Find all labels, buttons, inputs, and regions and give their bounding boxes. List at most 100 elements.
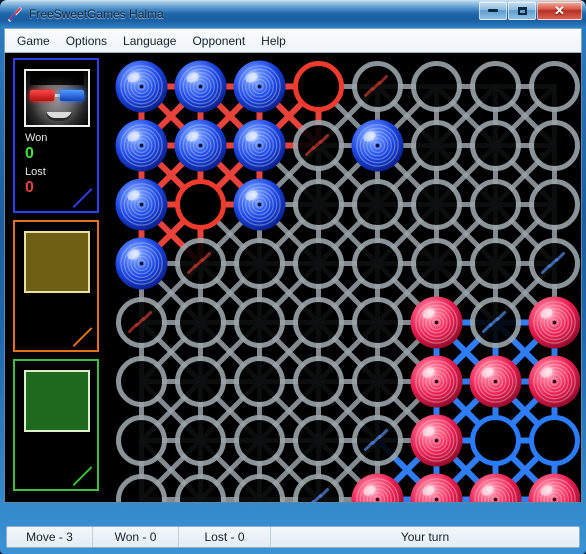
board-cell-empty[interactable] [411,179,462,230]
board-cell-empty[interactable] [234,415,285,466]
maximize-button[interactable] [508,1,536,20]
board-cell-empty[interactable] [352,179,403,230]
menu-item-options[interactable]: Options [58,31,115,51]
menu-item-language[interactable]: Language [115,31,184,51]
panel-corner-marker [74,188,94,208]
board-cell-empty[interactable] [234,356,285,407]
board-cell-empty[interactable] [470,238,521,289]
board-cell-empty[interactable] [293,179,344,230]
board-cell-highlight-blue[interactable] [470,415,521,466]
board-cell-empty[interactable] [470,61,521,112]
lost-value: 0 [25,179,34,196]
board-cell-empty[interactable] [352,238,403,289]
won-value: 0 [25,145,34,162]
title-bar[interactable]: FreeSweetGames Halma ✕ [0,0,586,28]
board-piece-blue[interactable] [233,60,286,113]
board-piece-red[interactable] [528,296,581,349]
status-won: Won - 0 [93,527,179,547]
board-cell-empty[interactable] [293,415,344,466]
halma-board[interactable] [106,53,580,502]
game-board-container[interactable] [106,53,581,502]
board-cell-empty[interactable] [411,238,462,289]
halma-flag-icon [7,6,23,22]
face-3d-glasses-avatar [26,71,88,125]
board-cell-marker-red[interactable] [116,297,167,348]
menu-item-opponent[interactable]: Opponent [184,31,253,51]
board-piece-red[interactable] [410,296,463,349]
board-piece-blue[interactable] [351,119,404,172]
status-lost: Lost - 0 [179,527,271,547]
menu-item-game[interactable]: Game [9,31,58,51]
panel-corner-marker [74,466,94,486]
board-cell-empty[interactable] [175,356,226,407]
status-move: Move - 3 [7,527,93,547]
board-cell-empty[interactable] [116,474,167,503]
board-cell-highlight-red[interactable] [293,61,344,112]
close-button[interactable]: ✕ [537,1,582,20]
board-cell-marker-blue[interactable] [352,415,403,466]
board-cell-empty[interactable] [116,356,167,407]
board-cell-empty[interactable] [293,238,344,289]
board-cell-empty[interactable] [411,120,462,171]
board-piece-blue[interactable] [115,178,168,231]
player-panel-human[interactable]: Won 0 Lost 0 [13,58,99,213]
board-cell-marker-blue[interactable] [470,297,521,348]
minimize-icon [488,9,498,12]
board-piece-red[interactable] [469,355,522,408]
board-piece-red[interactable] [410,414,463,467]
board-cell-empty[interactable] [470,179,521,230]
board-cell-empty[interactable] [293,356,344,407]
board-piece-blue[interactable] [174,119,227,172]
board-cell-marker-blue[interactable] [293,474,344,503]
close-icon: ✕ [554,3,565,18]
board-cell-empty[interactable] [470,120,521,171]
green-swatch [24,370,90,432]
board-piece-red[interactable] [528,355,581,408]
minimize-button[interactable] [479,1,507,20]
red-lens-icon [30,90,54,101]
menu-bar: Game Options Language Opponent Help [4,28,582,52]
board-cell-empty[interactable] [529,120,580,171]
blue-lens-icon [60,90,84,101]
board-cell-empty[interactable] [234,238,285,289]
panel-corner-marker [74,327,94,347]
board-cell-empty[interactable] [352,297,403,348]
board-cell-highlight-red[interactable] [175,179,226,230]
status-bar: Move - 3 Won - 0 Lost - 0 Your turn [0,522,586,554]
board-cell-empty[interactable] [529,179,580,230]
board-cell-empty[interactable] [116,415,167,466]
board-cell-empty[interactable] [529,61,580,112]
board-cell-empty[interactable] [234,474,285,503]
board-cell-empty[interactable] [175,415,226,466]
application-window: FreeSweetGames Halma ✕ Game Options Lang… [0,0,586,554]
board-cell-empty[interactable] [175,474,226,503]
board-piece-blue[interactable] [233,178,286,231]
board-piece-blue[interactable] [115,60,168,113]
player-panel-slot-3[interactable] [13,359,99,491]
board-cell-marker-red[interactable] [352,61,403,112]
board-cell-empty[interactable] [175,297,226,348]
board-piece-blue[interactable] [115,119,168,172]
lost-label: Lost [25,166,46,178]
board-cell-empty[interactable] [411,61,462,112]
window-title: FreeSweetGames Halma [29,7,164,21]
board-canvas[interactable] [106,53,580,502]
board-piece-blue[interactable] [233,119,286,172]
board-cell-empty[interactable] [352,356,403,407]
olive-swatch [24,231,90,293]
board-cell-marker-red[interactable] [175,238,226,289]
player-panel-slot-2[interactable] [13,220,99,352]
board-cell-marker-red[interactable] [293,120,344,171]
player-sidebar: Won 0 Lost 0 [5,53,106,502]
board-cell-empty[interactable] [234,297,285,348]
window-controls: ✕ [479,1,582,20]
client-area: Won 0 Lost 0 [4,52,582,503]
board-cell-empty[interactable] [293,297,344,348]
board-piece-red[interactable] [410,355,463,408]
status-turn: Your turn [400,530,450,544]
board-cell-marker-blue[interactable] [529,238,580,289]
menu-item-help[interactable]: Help [253,31,294,51]
board-piece-blue[interactable] [174,60,227,113]
board-piece-blue[interactable] [115,237,168,290]
board-cell-highlight-blue[interactable] [529,415,580,466]
